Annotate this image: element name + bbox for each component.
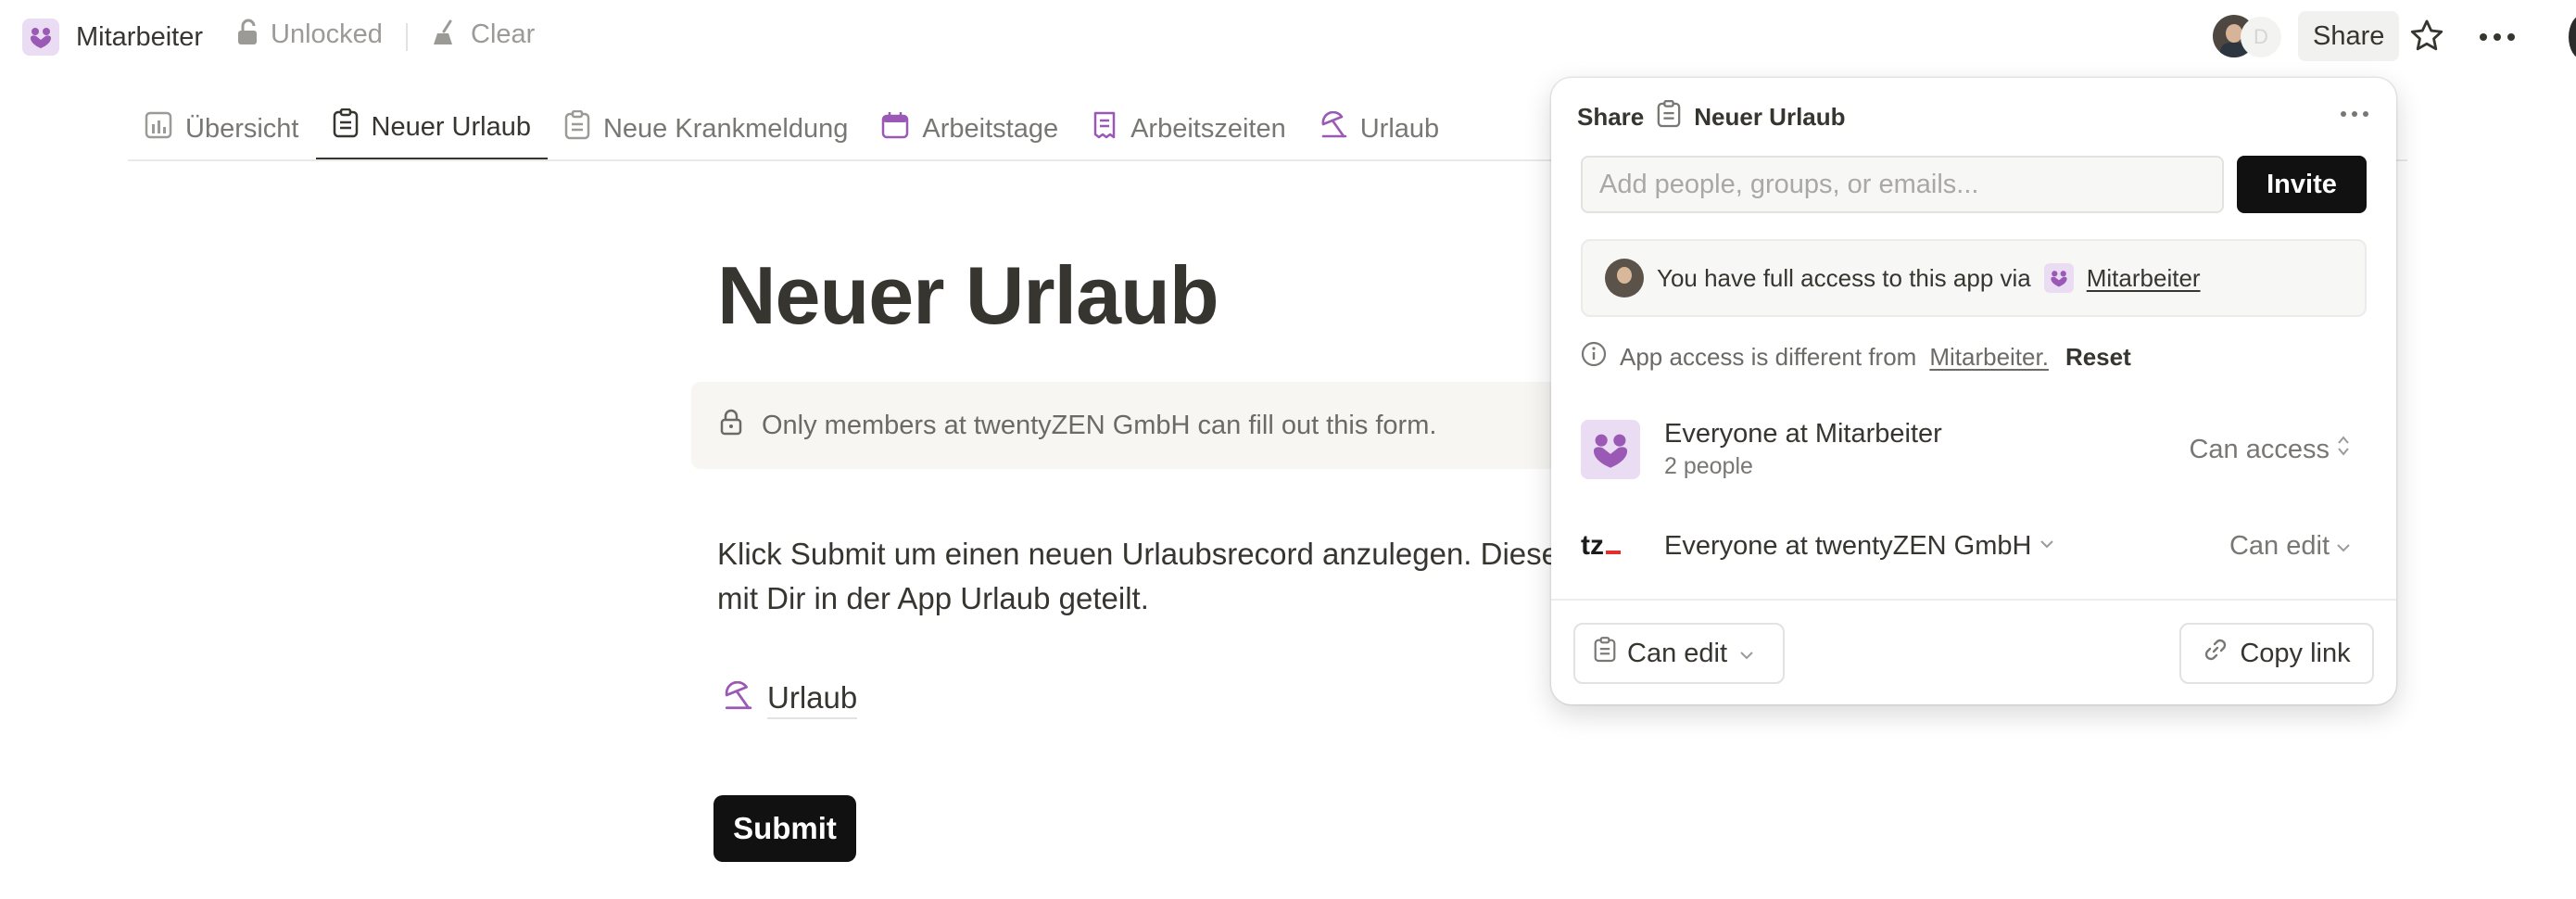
updown-chevron-icon [2335,434,2352,465]
link-icon [2203,637,2229,670]
tab-label: Übersicht [185,113,299,144]
chevron-down-icon [2335,531,2352,562]
popover-heading: Share [1577,103,1645,131]
twentyzen-logo: tz [1581,530,1640,562]
tab-neuer-urlaub[interactable]: Neuer Urlaub [315,96,548,161]
page-title: Neuer Urlaub [717,249,1219,341]
tab-label: Neuer Urlaub [371,111,531,142]
notice-text: Only members at twentyZEN GmbH can fill … [762,410,1437,440]
popover-header: Share Neuer Urlaub [1577,99,1846,134]
permission-select[interactable]: Can access [2189,434,2352,465]
app-icon [2043,263,2074,293]
description-line: mit Dir in der App Urlaub geteilt. [717,581,1149,615]
unlock-icon [235,19,259,51]
group-name: Everyone at Mitarbeiter [1664,419,1942,449]
share-button[interactable]: Share [2298,11,2400,61]
clipboard-icon [333,108,359,146]
permission-label: Can edit [2229,530,2330,561]
popover-divider [1551,599,2396,601]
share-popover: Share Neuer Urlaub Invite You have full … [1551,78,2396,704]
tab-bar: Übersicht Neuer Urlaub Neue Krankmeldung… [128,96,1456,161]
sidebar-avatar[interactable] [2569,15,2576,59]
more-options-icon[interactable] [2480,33,2515,41]
user-avatar-placeholder: D [2241,17,2281,57]
clipboard-icon [1657,99,1681,134]
calendar-icon [881,111,909,146]
user-avatar [1605,259,1644,298]
chevron-down-icon [1738,639,1755,669]
submit-button[interactable]: Submit [713,795,856,862]
field-label: Urlaub [767,680,858,719]
full-access-info: You have full access to this app via Mit… [1581,239,2367,317]
receipt-icon [1092,111,1118,146]
group-row-twentyzen: tz Everyone at twentyZEN GmbH Can edit [1581,513,2367,578]
tab-label: Neue Krankmeldung [602,113,849,144]
access-text: You have full access to this app via [1657,263,2031,292]
topbar-divider [406,23,408,51]
info-icon [1581,341,1607,374]
umbrella-icon [1320,110,1347,146]
lock-icon [719,408,743,443]
umbrella-icon [723,680,752,718]
group-count: 2 people [1664,453,1753,479]
lock-button[interactable]: Unlocked [235,19,383,51]
tab-label: Arbeitstage [922,113,1059,144]
app-name: Mitarbeiter [76,21,203,52]
top-bar: Mitarbeiter Unlocked Clear D Share [0,0,2576,74]
invite-button[interactable]: Invite [2237,156,2367,213]
group-name: Everyone at twentyZEN GmbH [1664,530,2032,561]
description-line: Klick Submit um einen neuen Urlaubsrecor… [717,537,1569,571]
permission-label: Can access [2189,434,2330,464]
copy-link-button[interactable]: Copy link [2179,623,2374,684]
form-description: Klick Submit um einen neuen Urlaubsrecor… [717,532,1570,621]
clear-label: Clear [471,19,536,49]
permission-select[interactable]: Can edit [2229,531,2352,562]
group-icon [1581,420,1640,479]
diff-link[interactable]: Mitarbeiter. [1929,343,2049,372]
group-select[interactable]: Everyone at twentyZEN GmbH [1664,531,2055,562]
access-app-link[interactable]: Mitarbeiter [2087,264,2201,293]
app-icon [22,19,59,56]
broom-icon [432,19,460,51]
clipboard-icon [1594,637,1616,670]
access-notice: Only members at twentyZEN GmbH can fill … [691,382,1618,469]
clipboard-icon [564,109,590,147]
link-permission-label: Can edit [1627,638,1728,668]
tab-urlaub[interactable]: Urlaub [1303,98,1456,159]
app-breadcrumb[interactable]: Mitarbeiter [22,19,203,56]
tab-arbeitszeiten[interactable]: Arbeitszeiten [1075,98,1303,159]
link-permission-button[interactable]: Can edit [1573,623,1785,684]
group-row-mitarbeiter: Everyone at Mitarbeiter 2 people Can acc… [1581,408,2367,491]
diff-text: App access is different from [1620,343,1917,371]
lock-label: Unlocked [271,19,383,49]
clear-button[interactable]: Clear [432,19,535,51]
tab-label: Arbeitszeiten [1130,113,1286,144]
tab-uebersicht[interactable]: Übersicht [128,98,316,159]
copy-link-label: Copy link [2240,638,2351,668]
chart-icon [145,111,172,146]
popover-more-icon[interactable] [2341,111,2368,117]
tab-label: Urlaub [1359,113,1440,144]
urlaub-field[interactable]: Urlaub [723,680,858,719]
popover-page-name: Neuer Urlaub [1694,103,1846,131]
invite-email-input[interactable] [1581,156,2224,213]
tab-arbeitstage[interactable]: Arbeitstage [865,98,1075,159]
chevron-down-icon [2039,538,2055,555]
access-diff-note: App access is different from Mitarbeiter… [1581,341,2131,374]
reset-button[interactable]: Reset [2065,343,2131,372]
tab-neue-krankmeldung[interactable]: Neue Krankmeldung [548,98,865,159]
star-icon[interactable] [2407,17,2446,60]
